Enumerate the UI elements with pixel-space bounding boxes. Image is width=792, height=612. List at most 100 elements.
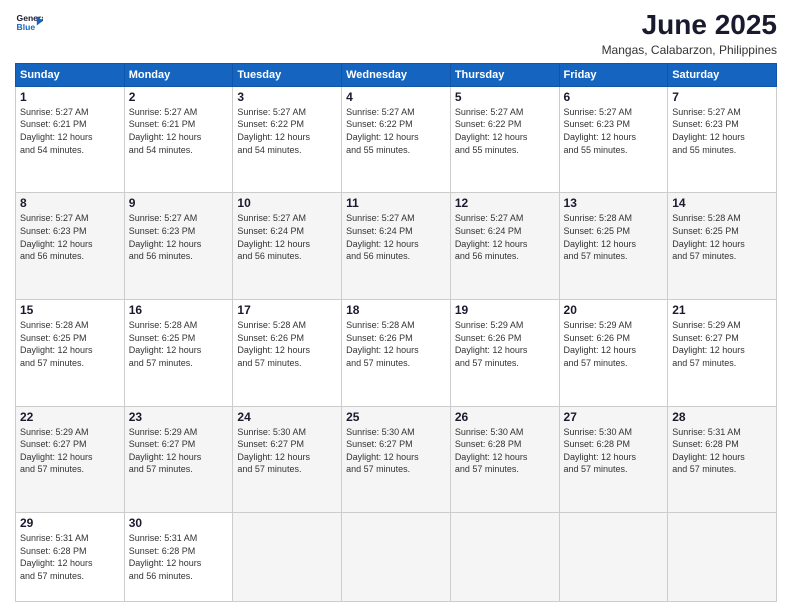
day-info-9: Sunrise: 5:27 AMSunset: 6:23 PMDaylight:… [129,213,202,261]
header-friday: Friday [559,63,668,86]
week-row-5: 29 Sunrise: 5:31 AMSunset: 6:28 PMDaylig… [16,513,777,602]
header: General Blue June 2025 Mangas, Calabarzo… [15,10,777,57]
day-cell-11: 11 Sunrise: 5:27 AMSunset: 6:24 PMDaylig… [342,193,451,300]
logo-icon: General Blue [15,10,43,38]
day-info-29: Sunrise: 5:31 AMSunset: 6:28 PMDaylight:… [20,533,93,581]
day-cell-10: 10 Sunrise: 5:27 AMSunset: 6:24 PMDaylig… [233,193,342,300]
empty-cell-4 [559,513,668,602]
day-cell-18: 18 Sunrise: 5:28 AMSunset: 6:26 PMDaylig… [342,299,451,406]
page: General Blue June 2025 Mangas, Calabarzo… [0,0,792,612]
day-info-20: Sunrise: 5:29 AMSunset: 6:26 PMDaylight:… [564,320,637,368]
day-cell-7: 7 Sunrise: 5:27 AMSunset: 6:23 PMDayligh… [668,86,777,193]
header-monday: Monday [124,63,233,86]
day-cell-15: 15 Sunrise: 5:28 AMSunset: 6:25 PMDaylig… [16,299,125,406]
day-number-2: 2 [129,90,229,104]
day-info-28: Sunrise: 5:31 AMSunset: 6:28 PMDaylight:… [672,427,745,475]
day-cell-5: 5 Sunrise: 5:27 AMSunset: 6:22 PMDayligh… [450,86,559,193]
day-cell-30: 30 Sunrise: 5:31 AMSunset: 6:28 PMDaylig… [124,513,233,602]
day-cell-29: 29 Sunrise: 5:31 AMSunset: 6:28 PMDaylig… [16,513,125,602]
day-cell-2: 2 Sunrise: 5:27 AMSunset: 6:21 PMDayligh… [124,86,233,193]
day-number-26: 26 [455,410,555,424]
logo: General Blue [15,10,43,38]
day-cell-17: 17 Sunrise: 5:28 AMSunset: 6:26 PMDaylig… [233,299,342,406]
day-number-8: 8 [20,196,120,210]
day-info-25: Sunrise: 5:30 AMSunset: 6:27 PMDaylight:… [346,427,419,475]
day-info-10: Sunrise: 5:27 AMSunset: 6:24 PMDaylight:… [237,213,310,261]
day-cell-1: 1 Sunrise: 5:27 AMSunset: 6:21 PMDayligh… [16,86,125,193]
day-info-22: Sunrise: 5:29 AMSunset: 6:27 PMDaylight:… [20,427,93,475]
calendar-table: Sunday Monday Tuesday Wednesday Thursday… [15,63,777,602]
header-wednesday: Wednesday [342,63,451,86]
calendar-header-row: Sunday Monday Tuesday Wednesday Thursday… [16,63,777,86]
day-cell-22: 22 Sunrise: 5:29 AMSunset: 6:27 PMDaylig… [16,406,125,513]
empty-cell-5 [668,513,777,602]
empty-cell-2 [342,513,451,602]
day-number-20: 20 [564,303,664,317]
day-number-24: 24 [237,410,337,424]
day-info-13: Sunrise: 5:28 AMSunset: 6:25 PMDaylight:… [564,213,637,261]
week-row-2: 8 Sunrise: 5:27 AMSunset: 6:23 PMDayligh… [16,193,777,300]
day-info-1: Sunrise: 5:27 AMSunset: 6:21 PMDaylight:… [20,107,93,155]
day-number-7: 7 [672,90,772,104]
day-number-30: 30 [129,516,229,530]
day-info-17: Sunrise: 5:28 AMSunset: 6:26 PMDaylight:… [237,320,310,368]
empty-cell-1 [233,513,342,602]
day-number-19: 19 [455,303,555,317]
day-number-28: 28 [672,410,772,424]
title-block: June 2025 Mangas, Calabarzon, Philippine… [602,10,777,57]
day-number-22: 22 [20,410,120,424]
day-info-26: Sunrise: 5:30 AMSunset: 6:28 PMDaylight:… [455,427,528,475]
day-info-21: Sunrise: 5:29 AMSunset: 6:27 PMDaylight:… [672,320,745,368]
day-number-10: 10 [237,196,337,210]
day-cell-24: 24 Sunrise: 5:30 AMSunset: 6:27 PMDaylig… [233,406,342,513]
day-number-16: 16 [129,303,229,317]
week-row-1: 1 Sunrise: 5:27 AMSunset: 6:21 PMDayligh… [16,86,777,193]
day-number-27: 27 [564,410,664,424]
day-cell-14: 14 Sunrise: 5:28 AMSunset: 6:25 PMDaylig… [668,193,777,300]
day-number-17: 17 [237,303,337,317]
day-info-15: Sunrise: 5:28 AMSunset: 6:25 PMDaylight:… [20,320,93,368]
day-info-8: Sunrise: 5:27 AMSunset: 6:23 PMDaylight:… [20,213,93,261]
day-number-13: 13 [564,196,664,210]
day-info-19: Sunrise: 5:29 AMSunset: 6:26 PMDaylight:… [455,320,528,368]
day-number-18: 18 [346,303,446,317]
day-cell-16: 16 Sunrise: 5:28 AMSunset: 6:25 PMDaylig… [124,299,233,406]
day-info-6: Sunrise: 5:27 AMSunset: 6:23 PMDaylight:… [564,107,637,155]
day-number-6: 6 [564,90,664,104]
day-info-11: Sunrise: 5:27 AMSunset: 6:24 PMDaylight:… [346,213,419,261]
day-number-1: 1 [20,90,120,104]
day-cell-23: 23 Sunrise: 5:29 AMSunset: 6:27 PMDaylig… [124,406,233,513]
header-saturday: Saturday [668,63,777,86]
svg-text:Blue: Blue [17,22,36,32]
day-cell-8: 8 Sunrise: 5:27 AMSunset: 6:23 PMDayligh… [16,193,125,300]
day-number-15: 15 [20,303,120,317]
day-cell-28: 28 Sunrise: 5:31 AMSunset: 6:28 PMDaylig… [668,406,777,513]
day-info-2: Sunrise: 5:27 AMSunset: 6:21 PMDaylight:… [129,107,202,155]
day-info-16: Sunrise: 5:28 AMSunset: 6:25 PMDaylight:… [129,320,202,368]
day-cell-12: 12 Sunrise: 5:27 AMSunset: 6:24 PMDaylig… [450,193,559,300]
day-info-7: Sunrise: 5:27 AMSunset: 6:23 PMDaylight:… [672,107,745,155]
day-cell-25: 25 Sunrise: 5:30 AMSunset: 6:27 PMDaylig… [342,406,451,513]
day-cell-4: 4 Sunrise: 5:27 AMSunset: 6:22 PMDayligh… [342,86,451,193]
day-cell-3: 3 Sunrise: 5:27 AMSunset: 6:22 PMDayligh… [233,86,342,193]
day-number-25: 25 [346,410,446,424]
day-number-21: 21 [672,303,772,317]
week-row-3: 15 Sunrise: 5:28 AMSunset: 6:25 PMDaylig… [16,299,777,406]
day-info-14: Sunrise: 5:28 AMSunset: 6:25 PMDaylight:… [672,213,745,261]
day-cell-9: 9 Sunrise: 5:27 AMSunset: 6:23 PMDayligh… [124,193,233,300]
day-info-24: Sunrise: 5:30 AMSunset: 6:27 PMDaylight:… [237,427,310,475]
day-cell-26: 26 Sunrise: 5:30 AMSunset: 6:28 PMDaylig… [450,406,559,513]
header-sunday: Sunday [16,63,125,86]
header-tuesday: Tuesday [233,63,342,86]
day-number-11: 11 [346,196,446,210]
day-info-4: Sunrise: 5:27 AMSunset: 6:22 PMDaylight:… [346,107,419,155]
day-number-3: 3 [237,90,337,104]
day-cell-27: 27 Sunrise: 5:30 AMSunset: 6:28 PMDaylig… [559,406,668,513]
day-number-12: 12 [455,196,555,210]
day-info-12: Sunrise: 5:27 AMSunset: 6:24 PMDaylight:… [455,213,528,261]
day-info-27: Sunrise: 5:30 AMSunset: 6:28 PMDaylight:… [564,427,637,475]
day-info-5: Sunrise: 5:27 AMSunset: 6:22 PMDaylight:… [455,107,528,155]
day-cell-6: 6 Sunrise: 5:27 AMSunset: 6:23 PMDayligh… [559,86,668,193]
day-info-3: Sunrise: 5:27 AMSunset: 6:22 PMDaylight:… [237,107,310,155]
location: Mangas, Calabarzon, Philippines [602,43,777,57]
